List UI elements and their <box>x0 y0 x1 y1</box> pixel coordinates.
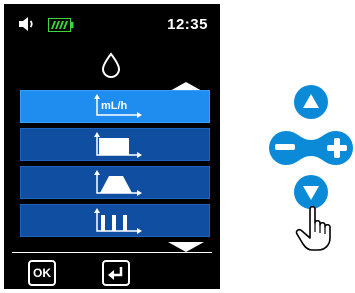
intermittent-profile-icon <box>94 208 142 234</box>
ramp-profile-icon <box>94 170 142 196</box>
speaker-icon <box>18 16 36 37</box>
clock: 12:35 <box>167 16 208 33</box>
status-bar: 12:35 <box>4 4 220 44</box>
minus-icon <box>275 144 295 150</box>
up-button[interactable] <box>294 85 328 119</box>
drop-icon <box>100 52 122 83</box>
mode-item-intermittent[interactable] <box>20 204 210 237</box>
scroll-down-arrow-icon[interactable] <box>168 239 204 257</box>
minus-button[interactable] <box>275 144 295 150</box>
mode-item-ramp[interactable] <box>20 166 210 199</box>
ok-button[interactable]: OK <box>28 260 56 286</box>
mode-label-rate: mL/h <box>101 100 128 112</box>
hand-pointer-icon <box>295 205 331 251</box>
minus-plus-control <box>269 131 353 165</box>
down-button[interactable] <box>294 175 328 209</box>
mode-item-rate[interactable]: mL/h <box>20 90 210 123</box>
enter-button[interactable] <box>102 260 130 286</box>
divider <box>12 252 212 253</box>
enter-arrow-icon <box>108 267 123 280</box>
constant-profile-icon <box>94 132 142 158</box>
mode-list: mL/h <box>20 90 210 242</box>
navigation-pad <box>268 84 354 254</box>
battery-full-icon <box>48 18 74 37</box>
pump-screen: 12:35 mL/h OK <box>4 4 220 289</box>
mode-item-constant[interactable] <box>20 128 210 161</box>
